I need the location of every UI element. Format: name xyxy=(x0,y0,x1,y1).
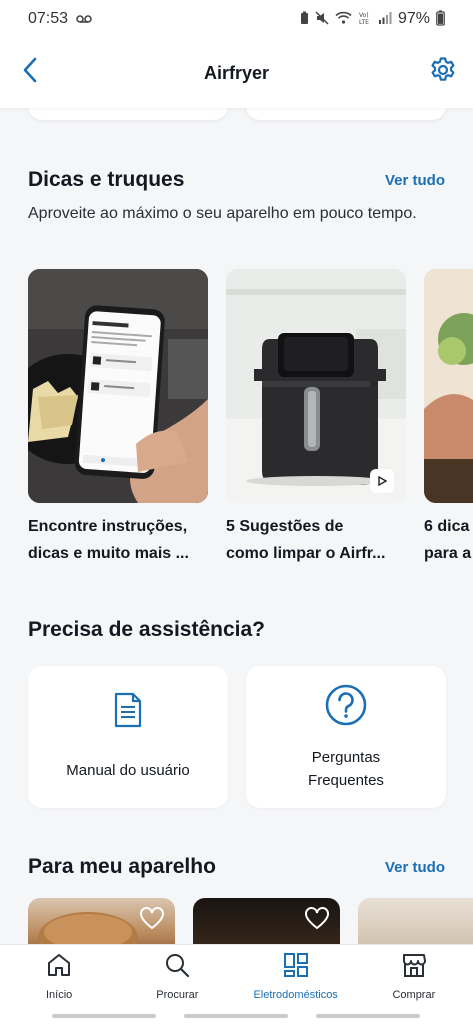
mute-icon xyxy=(315,10,329,28)
bottom-navigation: Início Procurar Eletrodomésticos Comprar xyxy=(0,944,473,1008)
home-icon xyxy=(46,952,72,983)
nav-label: Procurar xyxy=(156,989,199,1001)
battery-saver-icon xyxy=(300,11,309,28)
question-circle-icon xyxy=(324,683,368,732)
nav-label: Comprar xyxy=(392,989,436,1001)
tip-image-food xyxy=(424,269,473,503)
content-area[interactable]: Dicas e truques Ver tudo Aproveite ao má… xyxy=(0,108,473,944)
my-device-section-title: Para meu aparelho xyxy=(28,855,216,878)
tip-title-line: 6 dica xyxy=(424,518,470,535)
heart-icon[interactable] xyxy=(304,906,330,932)
voicemail-icon xyxy=(76,11,92,28)
nav-item-search[interactable]: Procurar xyxy=(118,945,236,1008)
play-video-icon xyxy=(370,469,394,493)
document-icon xyxy=(113,692,143,733)
back-button[interactable] xyxy=(14,56,46,88)
nav-item-appliances[interactable]: Eletrodomésticos xyxy=(237,945,355,1008)
svg-text:Vo): Vo) xyxy=(359,12,369,19)
appliances-grid-icon xyxy=(283,952,309,983)
tip-card[interactable]: 6 dica para a xyxy=(424,269,473,567)
tip-card[interactable]: 5 Sugestões de como limpar o Airfr... xyxy=(226,269,406,567)
gesture-handle[interactable] xyxy=(184,1014,288,1018)
tips-see-all-link[interactable]: Ver tudo xyxy=(385,172,445,189)
status-bar: 07:53 Vo) LTE 97% xyxy=(0,0,473,38)
gesture-handle[interactable] xyxy=(316,1014,420,1018)
tips-carousel[interactable]: Encontre instruções, dicas e muito mais … xyxy=(0,269,473,569)
nav-label: Eletrodomésticos xyxy=(253,989,338,1001)
tip-image-phone-app xyxy=(28,269,208,503)
tip-title-line: dicas e muito mais ... xyxy=(28,545,189,562)
wifi-icon xyxy=(335,11,352,27)
nav-label: Início xyxy=(45,989,73,1001)
user-manual-card[interactable]: Manual do usuário xyxy=(28,666,228,808)
svg-text:LTE: LTE xyxy=(359,19,369,25)
page-title: Airfryer xyxy=(203,62,270,83)
signal-icon xyxy=(378,11,392,27)
tip-card[interactable]: Encontre instruções, dicas e muito mais … xyxy=(28,269,208,567)
settings-button[interactable] xyxy=(425,54,461,90)
nav-item-home[interactable]: Início xyxy=(0,945,118,1008)
previous-card[interactable] xyxy=(246,108,446,120)
user-manual-label: Manual do usuário xyxy=(66,762,190,779)
device-recipe-card[interactable] xyxy=(358,898,473,944)
assistance-section-title: Precisa de assistência? xyxy=(28,618,265,641)
search-icon xyxy=(164,952,190,983)
tip-title-line: 5 Sugestões de xyxy=(226,518,344,535)
previous-section-cards xyxy=(28,108,458,120)
chevron-left-icon xyxy=(22,57,38,88)
tip-title-line: Encontre instruções, xyxy=(28,518,188,535)
faq-label: Perguntas Frequentes xyxy=(308,748,384,789)
volte-icon: Vo) LTE xyxy=(358,11,372,28)
tips-section-title: Dicas e truques xyxy=(28,168,185,191)
tips-description: Aproveite ao máximo o seu aparelho em po… xyxy=(28,205,417,222)
store-icon xyxy=(401,952,427,983)
device-recipe-card[interactable] xyxy=(193,898,340,944)
battery-icon xyxy=(436,9,445,29)
gear-icon xyxy=(429,56,457,89)
tip-image-airfryer xyxy=(226,269,406,503)
device-recipe-card[interactable] xyxy=(28,898,175,944)
nav-item-shop[interactable]: Comprar xyxy=(355,945,473,1008)
previous-card[interactable] xyxy=(28,108,228,120)
heart-icon[interactable] xyxy=(139,906,165,932)
system-gesture-bar xyxy=(0,1008,473,1024)
battery-level: 97% xyxy=(397,10,430,27)
tip-title-line: como limpar o Airfr... xyxy=(226,545,386,562)
device-carousel[interactable] xyxy=(0,898,473,944)
faq-card[interactable]: Perguntas Frequentes xyxy=(246,666,446,808)
tip-title-line: para a xyxy=(424,545,472,562)
app-header: Airfryer xyxy=(0,38,473,108)
status-time: 07:53 xyxy=(28,10,69,27)
gesture-handle[interactable] xyxy=(52,1014,156,1018)
my-device-see-all-link[interactable]: Ver tudo xyxy=(385,859,445,876)
